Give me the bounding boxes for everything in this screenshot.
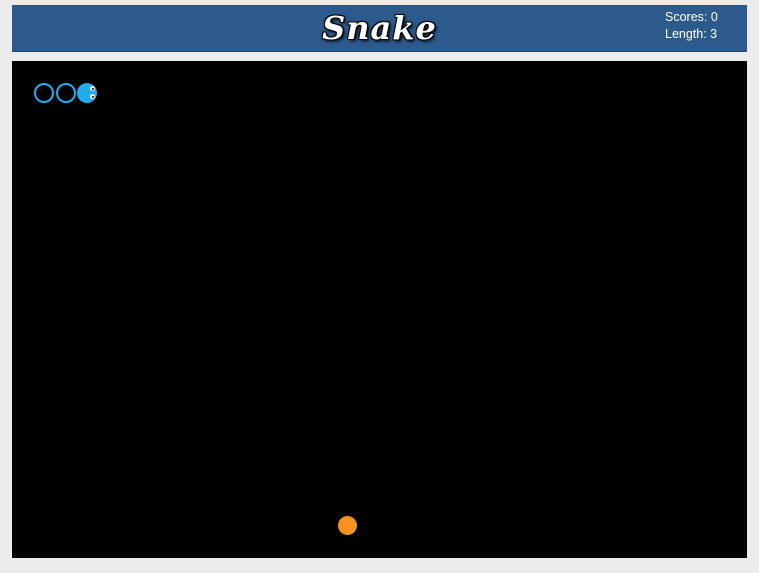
snake-body-segment [56,83,76,103]
game-board[interactable] [12,61,747,558]
snake-body-segment [34,83,54,103]
length-display: Length: 3 [665,27,718,41]
game-title: Snake [322,9,437,47]
score-display: Scores: 0 [665,10,718,24]
snake-eye-icon [90,86,95,91]
game-header: Snake Scores: 0 Length: 3 [12,5,747,52]
snake-eye-icon [90,94,95,99]
snake-head [77,83,97,103]
food-pellet [338,516,357,535]
stats-panel: Scores: 0 Length: 3 [665,9,718,43]
